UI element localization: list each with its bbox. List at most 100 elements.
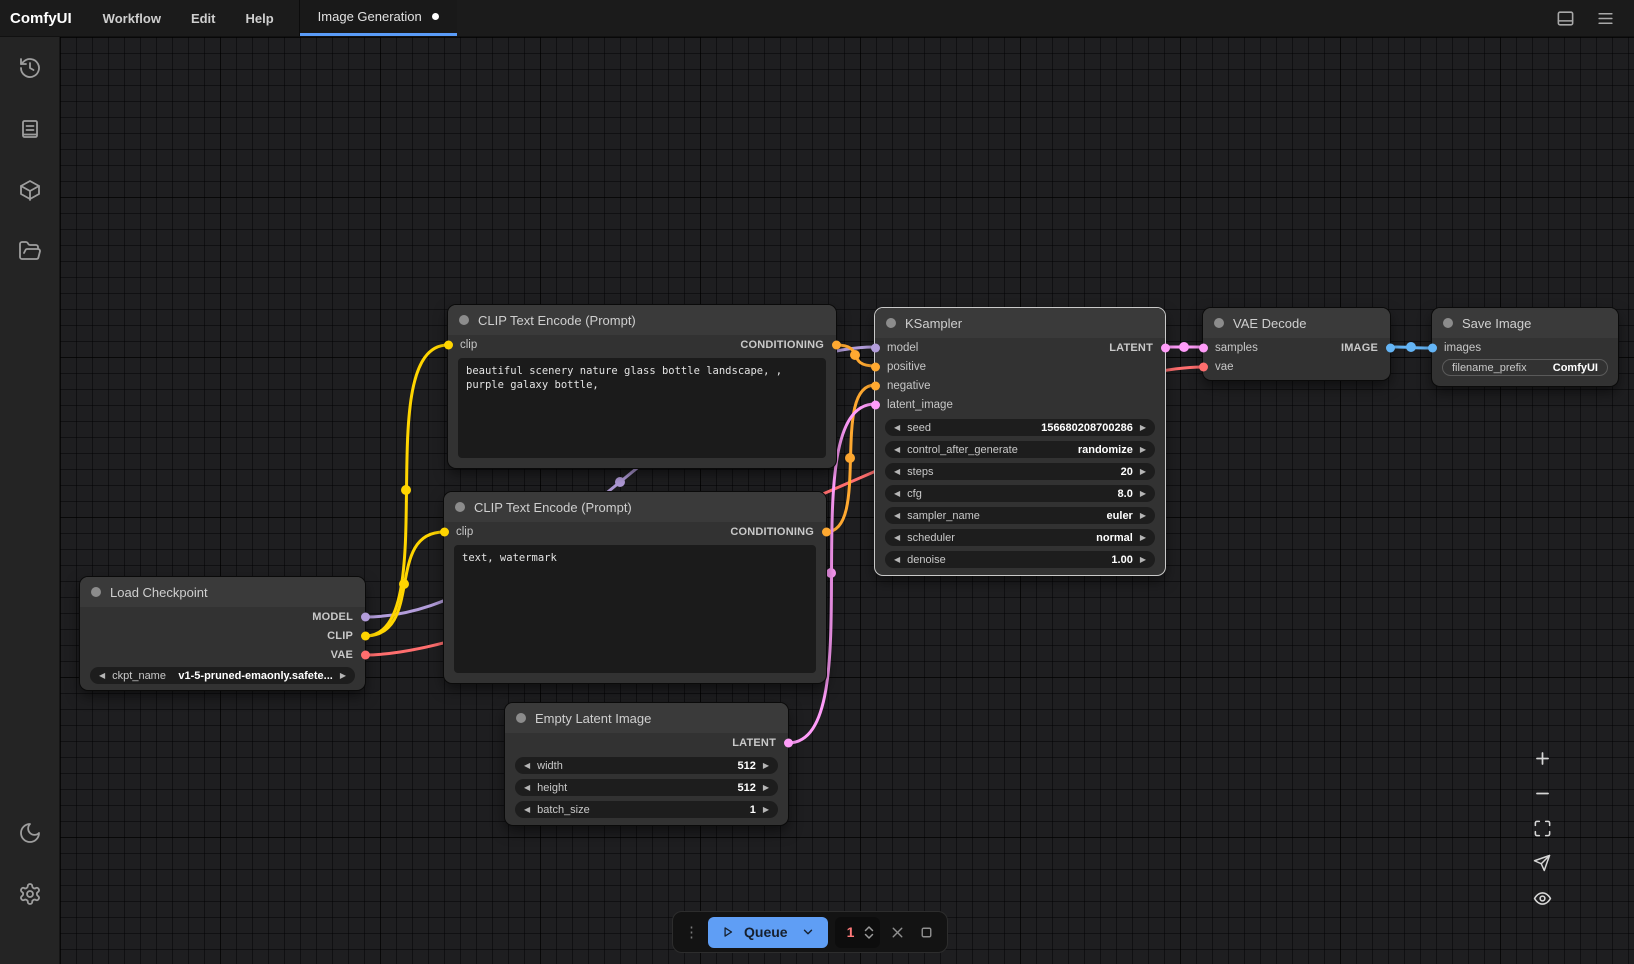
node-header[interactable]: KSampler xyxy=(875,308,1165,338)
node-header[interactable]: CLIP Text Encode (Prompt) xyxy=(444,492,826,522)
collapse-dot[interactable] xyxy=(459,315,469,325)
denoise-widget[interactable]: ◀ denoise 1.00 ▶ xyxy=(885,551,1155,568)
widget-right-arrow-icon[interactable]: ▶ xyxy=(1140,490,1146,498)
widget-left-arrow-icon[interactable]: ◀ xyxy=(99,672,105,680)
ckpt-name-widget[interactable]: ◀ ckpt_name v1-5-pruned-emaonly.safete..… xyxy=(90,667,355,684)
sidebar-history-button[interactable] xyxy=(0,37,60,98)
menu-edit[interactable]: Edit xyxy=(176,0,231,36)
stop-button[interactable] xyxy=(916,917,938,947)
stepper-down-icon[interactable] xyxy=(863,933,875,940)
collapse-dot[interactable] xyxy=(455,502,465,512)
widget-left-arrow-icon[interactable]: ◀ xyxy=(524,806,530,814)
settings-button[interactable] xyxy=(0,863,60,924)
drag-handle[interactable]: ⋮ xyxy=(682,925,701,940)
sidebar-workflows-button[interactable] xyxy=(0,220,60,281)
input-port-negative[interactable] xyxy=(871,381,880,390)
zoom-in-button[interactable] xyxy=(1532,748,1552,768)
prompt-text-input[interactable]: text, watermark xyxy=(454,545,816,673)
steps-widget[interactable]: ◀ steps 20 ▶ xyxy=(885,463,1155,480)
collapse-dot[interactable] xyxy=(516,713,526,723)
input-port-vae[interactable] xyxy=(1199,362,1208,371)
output-port-latent[interactable] xyxy=(1161,343,1170,352)
widget-left-arrow-icon[interactable]: ◀ xyxy=(894,534,900,542)
node-header[interactable]: CLIP Text Encode (Prompt) xyxy=(448,305,836,335)
sampler-name-widget[interactable]: ◀ sampler_name euler ▶ xyxy=(885,507,1155,524)
widget-right-arrow-icon[interactable]: ▶ xyxy=(763,784,769,792)
width-widget[interactable]: ◀ width 512 ▶ xyxy=(515,757,778,774)
node-empty-latent-image[interactable]: Empty Latent Image LATENT ◀ width 512 ▶ … xyxy=(505,703,788,825)
cfg-widget[interactable]: ◀ cfg 8.0 ▶ xyxy=(885,485,1155,502)
widget-right-arrow-icon[interactable]: ▶ xyxy=(1140,468,1146,476)
output-port-conditioning[interactable] xyxy=(822,527,831,536)
input-port-clip[interactable] xyxy=(444,340,453,349)
output-port-vae[interactable] xyxy=(361,650,370,659)
height-widget[interactable]: ◀ height 512 ▶ xyxy=(515,779,778,796)
sidebar-logs-button[interactable] xyxy=(0,98,60,159)
chevron-down-icon[interactable] xyxy=(801,925,815,939)
sidebar-model-library-button[interactable] xyxy=(0,159,60,220)
widget-left-arrow-icon[interactable]: ◀ xyxy=(524,762,530,770)
filename-prefix-widget[interactable]: filename_prefix ComfyUI xyxy=(1442,359,1608,376)
menu-workflow[interactable]: Workflow xyxy=(88,0,176,36)
cancel-button[interactable] xyxy=(887,917,909,947)
node-graph-canvas[interactable] xyxy=(60,37,1634,964)
widget-right-arrow-icon[interactable]: ▶ xyxy=(1140,446,1146,454)
queue-button[interactable]: Queue xyxy=(708,917,828,948)
widget-left-arrow-icon[interactable]: ◀ xyxy=(894,446,900,454)
batch-size-widget[interactable]: ◀ batch_size 1 ▶ xyxy=(515,801,778,818)
widget-right-arrow-icon[interactable]: ▶ xyxy=(1140,512,1146,520)
widget-left-arrow-icon[interactable]: ◀ xyxy=(524,784,530,792)
node-header[interactable]: Load Checkpoint xyxy=(80,577,365,607)
widget-left-arrow-icon[interactable]: ◀ xyxy=(894,512,900,520)
input-port-latent-image[interactable] xyxy=(871,400,880,409)
control-after-generate-widget[interactable]: ◀ control_after_generate randomize ▶ xyxy=(885,441,1155,458)
node-load-checkpoint[interactable]: Load Checkpoint MODEL CLIP VAE ◀ ckpt_na… xyxy=(80,577,365,690)
collapse-dot[interactable] xyxy=(1443,318,1453,328)
node-ksampler[interactable]: KSampler model LATENT positive negative … xyxy=(875,308,1165,575)
select-mode-button[interactable] xyxy=(1532,853,1552,873)
node-clip-text-encode-negative[interactable]: CLIP Text Encode (Prompt) clip CONDITION… xyxy=(444,492,826,683)
node-header[interactable]: Save Image xyxy=(1432,308,1618,338)
output-port-conditioning[interactable] xyxy=(832,340,841,349)
main-menu-button[interactable] xyxy=(1590,4,1620,32)
collapse-dot[interactable] xyxy=(91,587,101,597)
scheduler-widget[interactable]: ◀ scheduler normal ▶ xyxy=(885,529,1155,546)
batch-count-input[interactable]: 1 xyxy=(835,917,880,948)
input-port-images[interactable] xyxy=(1428,343,1437,352)
toggle-link-visibility-button[interactable] xyxy=(1532,888,1552,908)
widget-right-arrow-icon[interactable]: ▶ xyxy=(1140,556,1146,564)
node-clip-text-encode-positive[interactable]: CLIP Text Encode (Prompt) clip CONDITION… xyxy=(448,305,836,468)
output-port-clip[interactable] xyxy=(361,631,370,640)
fit-view-button[interactable] xyxy=(1532,818,1552,838)
input-port-samples[interactable] xyxy=(1199,343,1208,352)
input-port-positive[interactable] xyxy=(871,362,880,371)
theme-toggle-button[interactable] xyxy=(0,802,60,863)
widget-right-arrow-icon[interactable]: ▶ xyxy=(1140,424,1146,432)
widget-left-arrow-icon[interactable]: ◀ xyxy=(894,424,900,432)
output-port-model[interactable] xyxy=(361,612,370,621)
node-header[interactable]: Empty Latent Image xyxy=(505,703,788,733)
widget-right-arrow-icon[interactable]: ▶ xyxy=(763,762,769,770)
output-port-image[interactable] xyxy=(1386,343,1395,352)
input-port-clip[interactable] xyxy=(440,527,449,536)
bottom-panel-button[interactable] xyxy=(1550,4,1580,32)
widget-left-arrow-icon[interactable]: ◀ xyxy=(894,490,900,498)
widget-right-arrow-icon[interactable]: ▶ xyxy=(763,806,769,814)
prompt-text-input[interactable]: beautiful scenery nature glass bottle la… xyxy=(458,358,826,458)
widget-right-arrow-icon[interactable]: ▶ xyxy=(1140,534,1146,542)
node-header[interactable]: VAE Decode xyxy=(1203,308,1390,338)
seed-widget[interactable]: ◀ seed 156680208700286 ▶ xyxy=(885,419,1155,436)
stepper-up-icon[interactable] xyxy=(863,925,875,932)
collapse-dot[interactable] xyxy=(1214,318,1224,328)
input-port-model[interactable] xyxy=(871,343,880,352)
zoom-out-button[interactable] xyxy=(1532,783,1552,803)
node-vae-decode[interactable]: VAE Decode samples IMAGE vae xyxy=(1203,308,1390,380)
workflow-tab[interactable]: Image Generation xyxy=(300,0,457,36)
widget-left-arrow-icon[interactable]: ◀ xyxy=(894,556,900,564)
menu-help[interactable]: Help xyxy=(231,0,289,36)
collapse-dot[interactable] xyxy=(886,318,896,328)
widget-left-arrow-icon[interactable]: ◀ xyxy=(894,468,900,476)
output-port-latent[interactable] xyxy=(784,738,793,747)
widget-right-arrow-icon[interactable]: ▶ xyxy=(340,672,346,680)
node-save-image[interactable]: Save Image images filename_prefix ComfyU… xyxy=(1432,308,1618,386)
